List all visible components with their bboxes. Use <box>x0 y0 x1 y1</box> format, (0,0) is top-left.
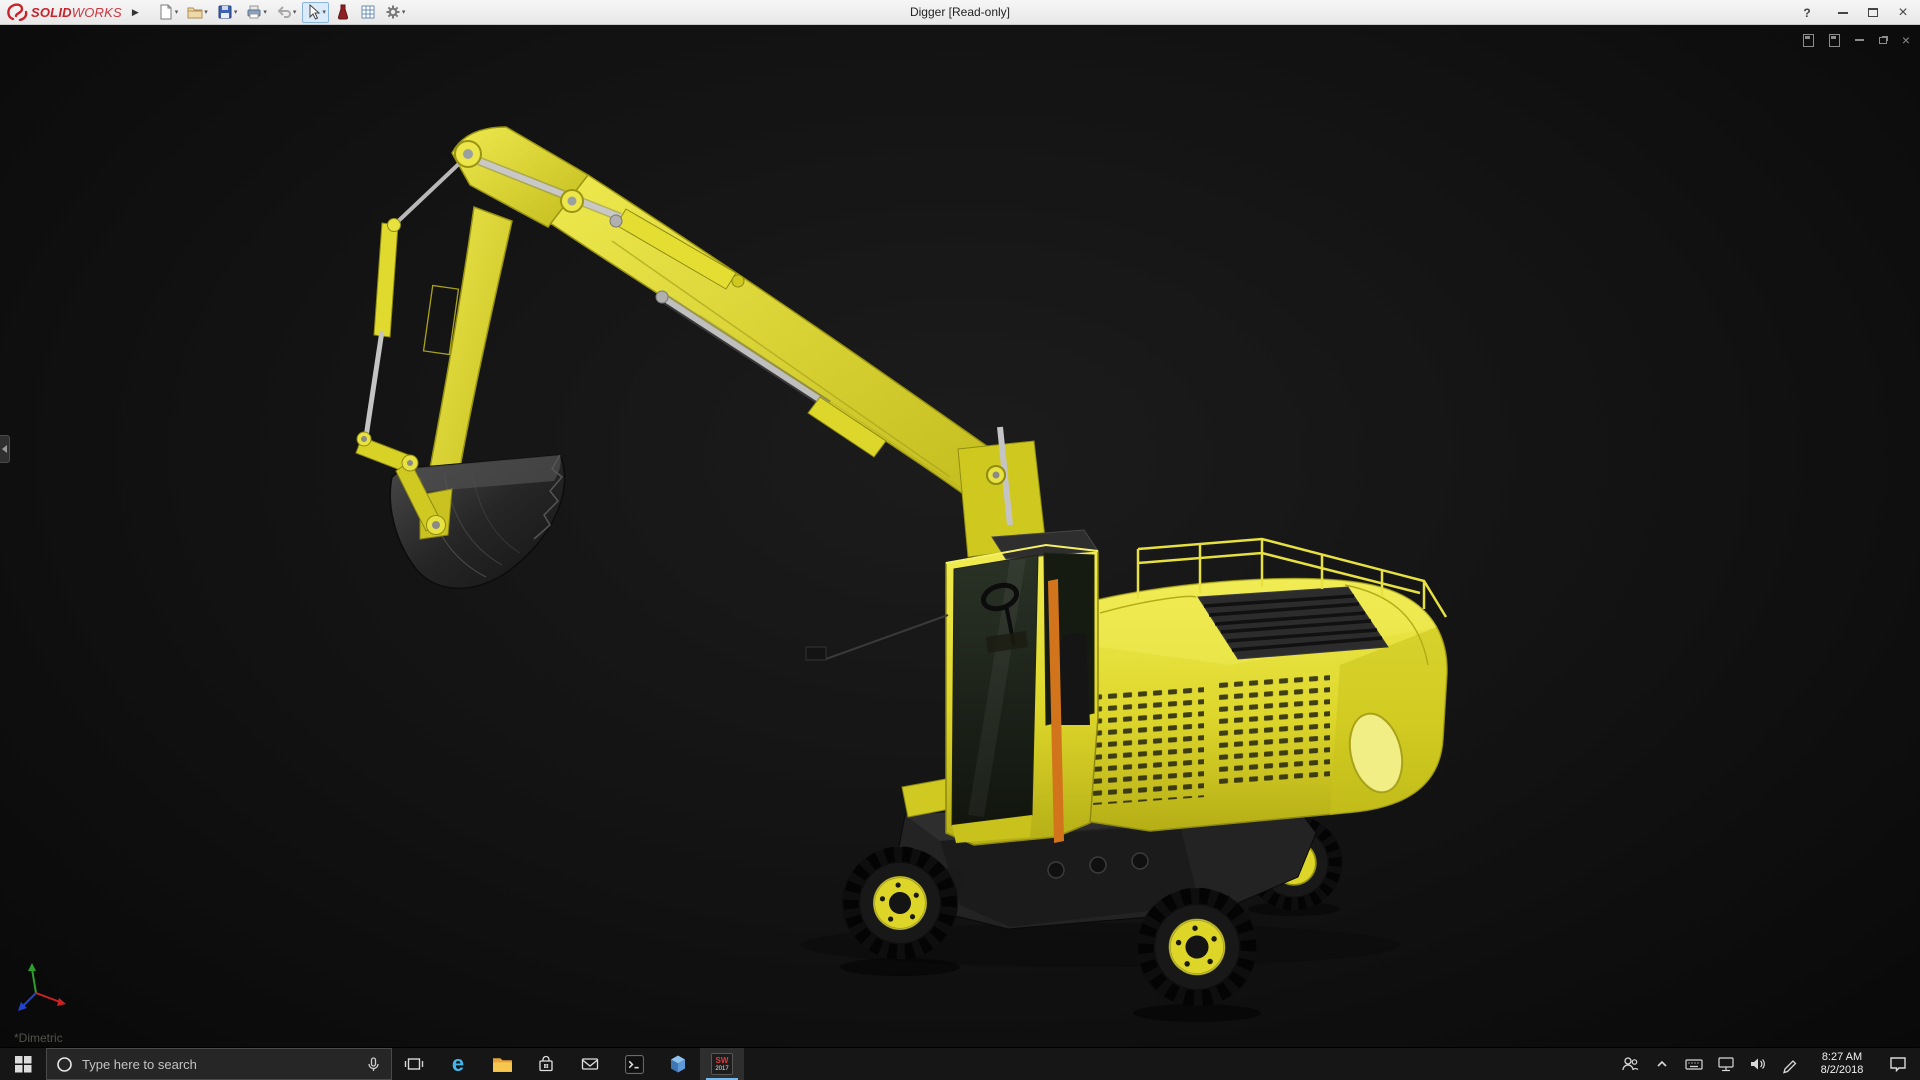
minimize-button[interactable] <box>1828 0 1858 25</box>
appearance-icon <box>335 4 351 20</box>
panel-collapse-tab[interactable] <box>0 435 10 463</box>
file-explorer-icon <box>492 1055 513 1074</box>
window-controls: ? × <box>1792 0 1918 25</box>
save-button[interactable]: ▾ <box>214 2 241 23</box>
people-button[interactable] <box>1614 1048 1646 1080</box>
save-icon <box>217 4 233 20</box>
search-placeholder: Type here to search <box>82 1057 356 1072</box>
pen-icon <box>1780 1054 1800 1074</box>
clock-date: 8/2/2018 <box>1821 1064 1864 1077</box>
cortana-icon <box>56 1056 73 1073</box>
side-mirror <box>806 647 826 660</box>
pen-button[interactable] <box>1774 1048 1806 1080</box>
quick-access-toolbar: ▾ ▾ ▾ ▾ <box>155 0 409 25</box>
graphics-area[interactable]: × *Dimetric <box>0 25 1920 1047</box>
boom-arm-assembly[interactable] <box>356 127 1046 588</box>
solidworks-window: SOLIDWORKS ▶ ▾ ▾ ▾ <box>0 0 1920 1080</box>
print-icon <box>246 4 262 20</box>
new-window-icon[interactable] <box>1803 32 1814 48</box>
display-icon <box>1716 1054 1736 1074</box>
select-tool-button[interactable]: ▾ <box>302 2 329 23</box>
ds-logo-mark <box>6 3 28 21</box>
taskbar-app-edrawings[interactable] <box>656 1048 700 1080</box>
options-button[interactable]: ▾ <box>382 2 409 23</box>
excavator-model[interactable] <box>0 25 1920 1047</box>
orientation-triad <box>18 963 66 1011</box>
open-folder-icon <box>187 4 203 20</box>
edit-appearance-button[interactable] <box>332 2 354 23</box>
chevron-up-icon <box>1654 1056 1670 1072</box>
task-view-icon <box>404 1054 424 1074</box>
store-icon <box>536 1054 556 1074</box>
command-prompt-icon <box>624 1054 645 1075</box>
design-table-button[interactable] <box>357 2 379 23</box>
close-button[interactable]: × <box>1888 0 1918 25</box>
side-vents-right <box>1218 673 1330 785</box>
activate-window-icon[interactable] <box>1829 32 1840 48</box>
action-center-icon <box>1888 1054 1908 1074</box>
microphone-icon[interactable] <box>365 1056 382 1073</box>
task-view-button[interactable] <box>392 1048 436 1080</box>
cad-cube-icon <box>668 1054 688 1075</box>
touch-keyboard-button[interactable] <box>1678 1048 1710 1080</box>
operator-seat <box>1058 633 1090 725</box>
start-button[interactable] <box>0 1048 46 1080</box>
view-orientation-label: *Dimetric <box>14 1031 63 1045</box>
windows-logo-icon <box>15 1056 32 1073</box>
action-center-button[interactable] <box>1878 1048 1918 1080</box>
cab[interactable] <box>806 530 1098 845</box>
people-icon <box>1620 1054 1640 1074</box>
design-table-icon <box>360 4 376 20</box>
display-button[interactable] <box>1710 1048 1742 1080</box>
show-hidden-icons-button[interactable] <box>1646 1048 1678 1080</box>
mail-icon <box>580 1054 600 1074</box>
taskbar-app-edge[interactable]: e <box>436 1048 480 1080</box>
keyboard-icon <box>1684 1054 1704 1074</box>
taskbar-app-file-explorer[interactable] <box>480 1048 524 1080</box>
clock-time: 8:27 AM <box>1822 1051 1862 1064</box>
document-window-controls: × <box>1803 32 1910 48</box>
maximize-button[interactable] <box>1858 0 1888 25</box>
titlebar: SOLIDWORKS ▶ ▾ ▾ ▾ <box>0 0 1920 25</box>
undo-icon <box>276 4 292 20</box>
minimize-document-button[interactable] <box>1855 32 1864 48</box>
taskbar-app-store[interactable] <box>524 1048 568 1080</box>
restore-document-button[interactable] <box>1879 32 1887 48</box>
undo-button[interactable]: ▾ <box>273 2 300 23</box>
solidworks-2017-icon: SW 2017 <box>711 1053 733 1075</box>
system-tray: 8:27 AM 8/2/2018 <box>1614 1048 1920 1080</box>
side-vents-left <box>1092 685 1204 805</box>
select-cursor-icon <box>305 4 321 20</box>
document-title: Digger [Read-only] <box>910 5 1010 19</box>
close-document-button[interactable]: × <box>1902 32 1910 48</box>
speaker-icon <box>1748 1054 1768 1074</box>
volume-button[interactable] <box>1742 1048 1774 1080</box>
help-button[interactable]: ? <box>1792 0 1822 25</box>
taskbar-search[interactable]: Type here to search <box>46 1048 392 1080</box>
taskbar: Type here to search e <box>0 1047 1920 1080</box>
edge-icon: e <box>452 1053 464 1075</box>
new-document-button[interactable]: ▾ <box>155 2 182 23</box>
solidworks-logo: SOLIDWORKS <box>0 3 122 21</box>
taskbar-clock[interactable]: 8:27 AM 8/2/2018 <box>1806 1048 1878 1080</box>
print-button[interactable]: ▾ <box>243 2 270 23</box>
gear-icon <box>385 4 401 20</box>
new-document-icon <box>158 4 174 20</box>
taskbar-app-solidworks[interactable]: SW 2017 <box>700 1048 744 1080</box>
menu-flyout-arrow[interactable]: ▶ <box>132 7 139 18</box>
open-button[interactable]: ▾ <box>184 2 211 23</box>
taskbar-app-command-prompt[interactable] <box>612 1048 656 1080</box>
taskbar-app-mail[interactable] <box>568 1048 612 1080</box>
upper-body[interactable] <box>1085 539 1447 831</box>
brand-text: SOLIDWORKS <box>31 5 122 20</box>
